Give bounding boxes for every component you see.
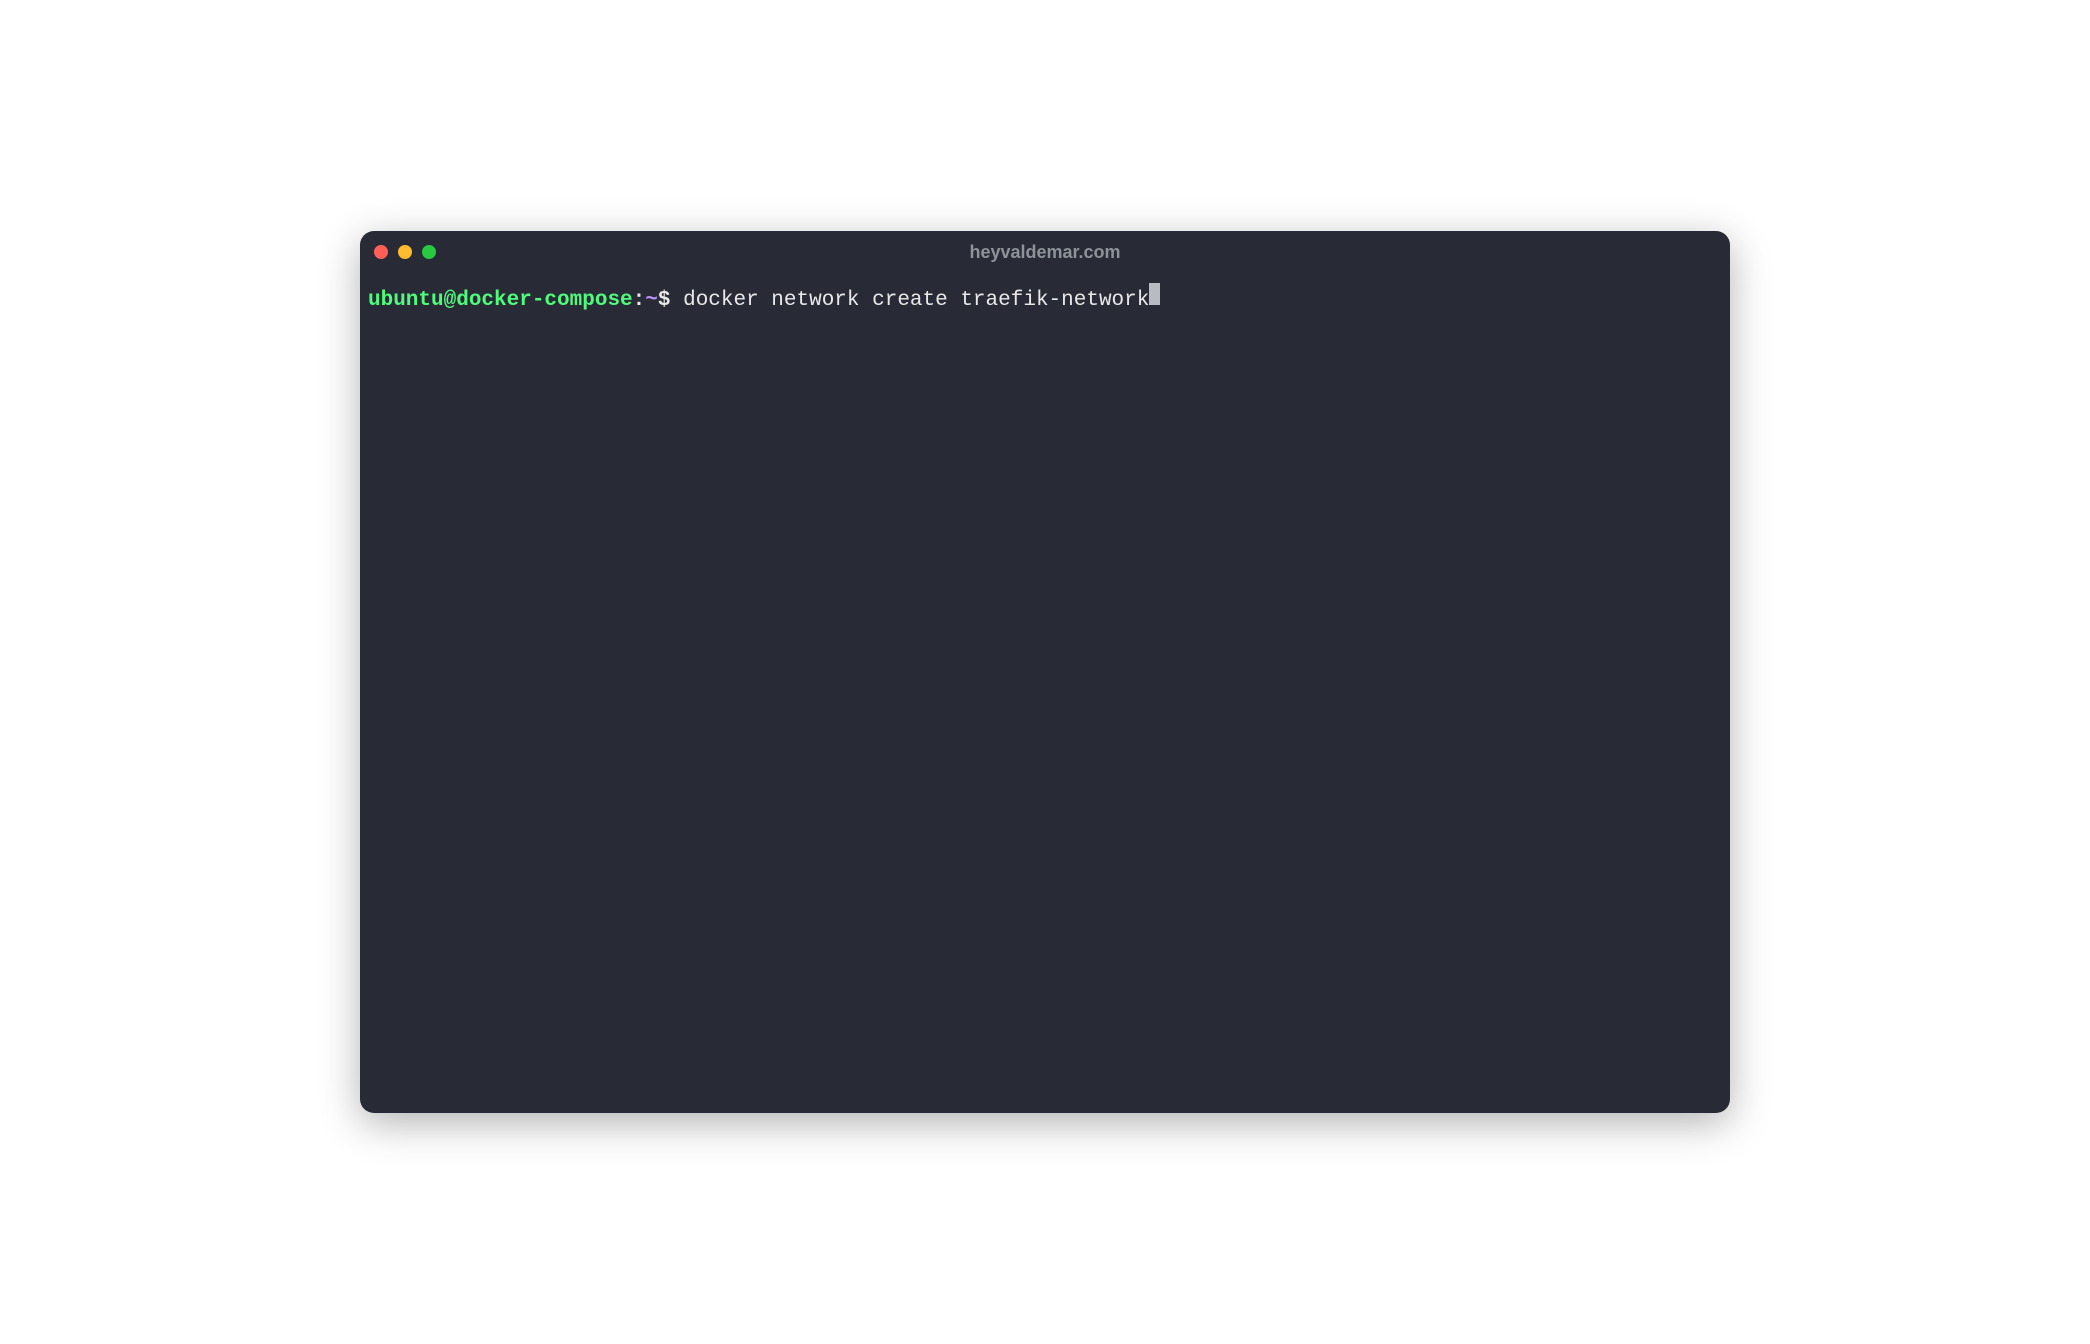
prompt-user-host: ubuntu@docker-compose <box>368 286 633 315</box>
terminal-window: heyvaldemar.com ubuntu@docker-compose:~$… <box>360 231 1730 1113</box>
cursor-icon <box>1149 283 1160 305</box>
window-title: heyvaldemar.com <box>969 242 1120 263</box>
maximize-icon[interactable] <box>422 245 436 259</box>
close-icon[interactable] <box>374 245 388 259</box>
titlebar: heyvaldemar.com <box>360 231 1730 273</box>
minimize-icon[interactable] <box>398 245 412 259</box>
prompt-separator: : <box>633 286 646 315</box>
prompt-symbol: $ <box>658 286 671 315</box>
prompt-line: ubuntu@docker-compose:~$ docker network … <box>368 283 1722 315</box>
prompt-path: ~ <box>645 286 658 315</box>
traffic-lights <box>374 245 436 259</box>
terminal-body[interactable]: ubuntu@docker-compose:~$ docker network … <box>360 273 1730 1113</box>
command-text: docker network create traefik-network <box>670 286 1149 315</box>
